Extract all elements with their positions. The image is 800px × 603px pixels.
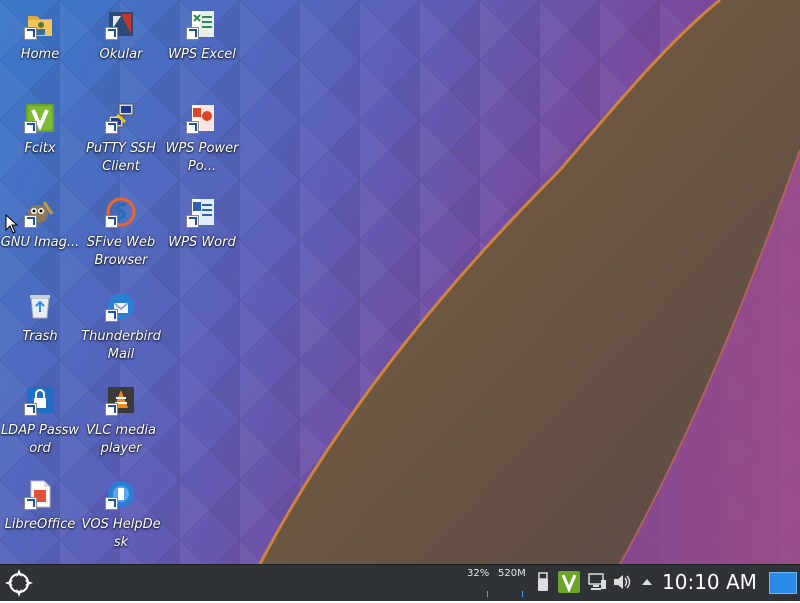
- desktop-icon-libreoffice[interactable]: LibreOffice: [0, 478, 80, 534]
- vlc-icon: [105, 384, 137, 416]
- desktop-icon-label: Fcitx: [24, 141, 56, 156]
- desktop-icon-vlc[interactable]: VLC media player: [81, 384, 161, 458]
- memory-usage-label: 520M: [498, 568, 526, 579]
- thunderbird-icon: [105, 290, 137, 322]
- desktop-icon-label: SFive Web Browser: [86, 235, 156, 268]
- wps-excel-icon: [186, 8, 218, 40]
- volume-icon[interactable]: [612, 571, 632, 593]
- desktop-icon-putty[interactable]: PuTTY SSH Client: [81, 102, 161, 176]
- vos-helpdesk-icon: [105, 478, 137, 510]
- desktop-icon-label: WPS PowerPo...: [165, 141, 239, 174]
- desktop-icon-label: VLC media player: [86, 423, 156, 456]
- desktop-icon-label: Okular: [99, 47, 143, 62]
- memory-usage-graph: [522, 591, 523, 597]
- desktop-icon-okular[interactable]: Okular: [81, 8, 161, 64]
- trash-icon: [24, 290, 56, 322]
- fcitx-tray-icon[interactable]: [557, 571, 581, 593]
- clock[interactable]: 10:10 AM: [662, 570, 757, 594]
- putty-icon: [105, 102, 137, 134]
- wps-powerpoint-icon: [186, 102, 218, 134]
- show-desktop-button[interactable]: [769, 572, 797, 594]
- desktop-icon-trash[interactable]: Trash: [0, 290, 80, 346]
- application-launcher-icon: [5, 569, 33, 597]
- fcitx-icon: [24, 102, 56, 134]
- ldap-password-icon: [24, 384, 56, 416]
- application-launcher-button[interactable]: [2, 567, 36, 599]
- wps-word-icon: [186, 196, 218, 228]
- desktop-icon-label: Thunderbird Mail: [81, 329, 161, 362]
- desktop-icon-label: GNU Imag...: [0, 235, 80, 250]
- desktop-icon-label: PuTTY SSH Client: [86, 141, 156, 174]
- desktop-icon-sfive[interactable]: SFive Web Browser: [81, 196, 161, 270]
- desktop-icon-vos-helpdesk[interactable]: VOS HelpDesk: [81, 478, 161, 552]
- desktop-icon-fcitx[interactable]: Fcitx: [0, 102, 80, 158]
- cpu-usage-graph: [487, 591, 488, 597]
- desktop-icon-label: LDAP Password: [0, 423, 80, 456]
- desktop-icon-home[interactable]: Home: [0, 8, 80, 64]
- desktop-icon-wps-excel[interactable]: WPS Excel: [162, 8, 242, 64]
- mouse-cursor-icon: [5, 214, 19, 234]
- desktop-icon-label: WPS Excel: [168, 47, 236, 62]
- usb-icon[interactable]: [536, 571, 550, 593]
- desktop-icon-ldap[interactable]: LDAP Password: [0, 384, 80, 458]
- desktop-icon-label: VOS HelpDesk: [81, 517, 161, 550]
- network-icon[interactable]: [587, 571, 607, 593]
- okular-icon: [105, 8, 137, 40]
- desktop-icon-label: Home: [20, 47, 60, 62]
- desktop-icon-wps-powerpoint[interactable]: WPS PowerPo...: [162, 102, 242, 176]
- gimp-icon: [24, 196, 56, 228]
- desktop-icon-label: WPS Word: [168, 235, 236, 250]
- desktop-icon-label: LibreOffice: [4, 517, 76, 532]
- folder-home-icon: [24, 8, 56, 40]
- libreoffice-icon: [24, 478, 56, 510]
- desktop-icon-label: Trash: [22, 329, 58, 344]
- taskbar: 32% 520M 10:10 AM: [0, 564, 800, 601]
- desktop-icon-thunderbird[interactable]: Thunderbird Mail: [81, 290, 161, 364]
- cpu-usage-label: 32%: [467, 568, 490, 579]
- sfive-browser-icon: [105, 196, 137, 228]
- expand-tray-icon[interactable]: [639, 571, 655, 593]
- desktop-icon-wps-word[interactable]: WPS Word: [162, 196, 242, 252]
